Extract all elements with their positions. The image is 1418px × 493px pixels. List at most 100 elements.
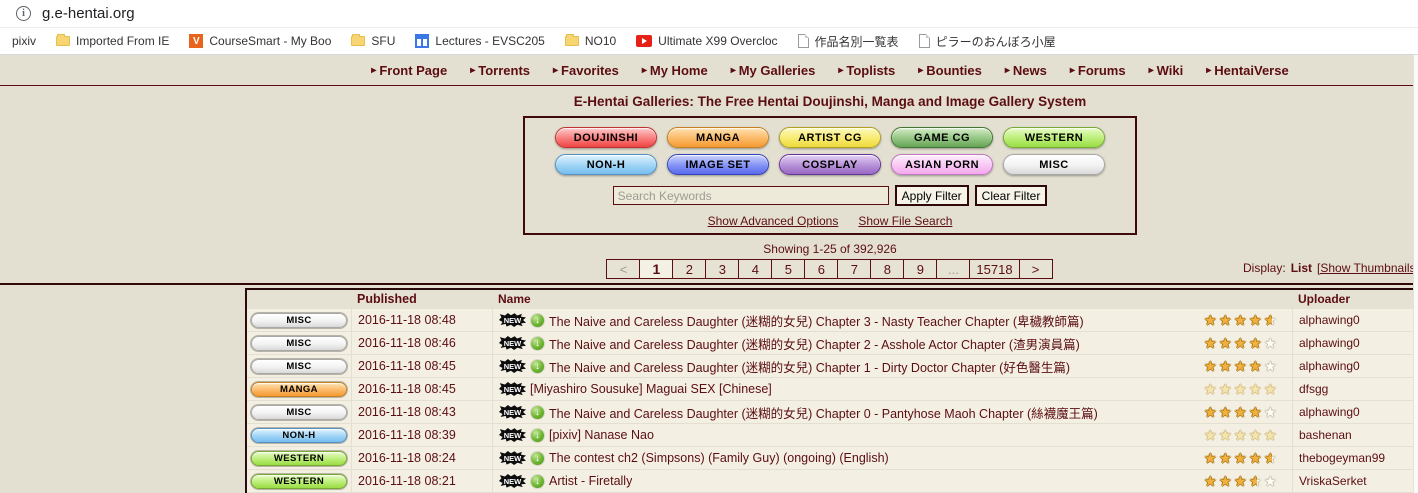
gallery-title-link[interactable]: The Naive and Careless Daughter (迷糊的女兒) …: [549, 311, 1084, 330]
page-content: ▸Front Page▸Torrents▸Favorites▸My Home▸M…: [0, 55, 1418, 493]
pager-page-3[interactable]: 3: [705, 259, 739, 279]
uploader-link[interactable]: alphawing0: [1299, 313, 1360, 327]
category-button-doujinshi[interactable]: DOUJINSHI: [555, 127, 657, 148]
nav-arrow-icon: ▸: [1149, 65, 1154, 76]
pager-page-2[interactable]: 2: [672, 259, 706, 279]
gallery-title-link[interactable]: [Miyashiro Sousuke] Maguai SEX [Chinese]: [530, 382, 772, 396]
star-rating[interactable]: ★★★★★★★★★★: [1204, 381, 1279, 397]
nav-item-favorites[interactable]: ▸Favorites: [553, 63, 619, 78]
star-fill: ★: [1264, 381, 1279, 397]
category-cell: MANGA: [247, 378, 351, 400]
category-button-cosplay[interactable]: COSPLAY: [779, 154, 881, 175]
nav-item-front-page[interactable]: ▸Front Page: [371, 63, 447, 78]
pager-page-5[interactable]: 5: [771, 259, 805, 279]
pager-prev[interactable]: <: [606, 259, 640, 279]
url-text[interactable]: g.e-hentai.org: [42, 5, 135, 22]
nav-arrow-icon: ▸: [371, 65, 376, 76]
category-button-gamecg[interactable]: GAME CG: [891, 127, 993, 148]
star-rating[interactable]: ★★★★★★★★★: [1204, 473, 1279, 489]
download-icon[interactable]: ↓: [530, 405, 545, 420]
pager-page-15718[interactable]: 15718: [969, 259, 1019, 279]
category-button-imageset[interactable]: IMAGE SET: [667, 154, 769, 175]
address-bar[interactable]: i g.e-hentai.org: [0, 0, 1418, 28]
download-icon[interactable]: ↓: [530, 474, 545, 489]
star-rating[interactable]: ★★★★★★★★★★: [1204, 312, 1279, 328]
clear-filter-button[interactable]: Clear Filter: [975, 185, 1048, 206]
search-input[interactable]: [613, 186, 889, 205]
pager-page-4[interactable]: 4: [738, 259, 772, 279]
pager-page-9[interactable]: 9: [903, 259, 937, 279]
uploader-link[interactable]: VriskaSerket: [1299, 474, 1367, 488]
nav-item-my-galleries[interactable]: ▸My Galleries: [731, 63, 816, 78]
show-file-search-link[interactable]: Show File Search: [858, 214, 952, 228]
download-icon[interactable]: ↓: [530, 336, 545, 351]
name-cell: NEW↓The Naive and Careless Daughter (迷糊的…: [492, 401, 1204, 423]
nav-item-my-home[interactable]: ▸My Home: [642, 63, 708, 78]
category-button-nonh[interactable]: NON-H: [555, 154, 657, 175]
gallery-title-link[interactable]: The Naive and Careless Daughter (迷糊的女兒) …: [549, 403, 1098, 422]
category-button-misc[interactable]: MISC: [1003, 154, 1105, 175]
gallery-title-link[interactable]: Artist - Firetally: [549, 474, 632, 488]
bookmark-item-sfu[interactable]: SFU: [341, 34, 405, 48]
uploader-link[interactable]: dfsgg: [1299, 382, 1328, 396]
nav-item-news[interactable]: ▸News: [1005, 63, 1047, 78]
nav-item-toplists[interactable]: ▸Toplists: [838, 63, 895, 78]
table-row: WESTERN2016-11-18 08:21NEW↓Artist - Fire…: [247, 469, 1418, 492]
bookmark-item-no10[interactable]: NO10: [555, 34, 626, 48]
category-button-western[interactable]: WESTERN: [1003, 127, 1105, 148]
show-advanced-options-link[interactable]: Show Advanced Options: [708, 214, 839, 228]
download-icon[interactable]: ↓: [530, 451, 545, 466]
star-fill: ★: [1249, 450, 1264, 466]
category-cell: WESTERN: [247, 447, 351, 469]
bookmark-item-coursesmart-my-boo[interactable]: VCourseSmart - My Boo: [179, 34, 341, 48]
pager-next[interactable]: >: [1019, 259, 1053, 279]
bookmark-item-imported-from-ie[interactable]: Imported From IE: [46, 34, 179, 48]
uploader-link[interactable]: alphawing0: [1299, 359, 1360, 373]
star-rating[interactable]: ★★★★★★★★★: [1204, 335, 1279, 351]
gallery-title-link[interactable]: [pixiv] Nanase Nao: [549, 428, 654, 442]
nav-item-bounties[interactable]: ▸Bounties: [918, 63, 982, 78]
gallery-title-link[interactable]: The Naive and Careless Daughter (迷糊的女兒) …: [549, 334, 1080, 353]
download-icon[interactable]: ↓: [530, 359, 545, 374]
category-button-asianporn[interactable]: ASIAN PORN: [891, 154, 993, 175]
bookmark-item-ultimate-x99-overcloc[interactable]: Ultimate X99 Overcloc: [626, 34, 787, 48]
pager-page-6[interactable]: 6: [804, 259, 838, 279]
nav-item-wiki[interactable]: ▸Wiki: [1149, 63, 1184, 78]
uploader-link[interactable]: thebogeyman99: [1299, 451, 1385, 465]
show-thumbnails-link[interactable]: [Show Thumbnails]: [1317, 261, 1418, 275]
pager-page-7[interactable]: 7: [837, 259, 871, 279]
gallery-title-link[interactable]: The Naive and Careless Daughter (迷糊的女兒) …: [549, 357, 1070, 376]
download-icon[interactable]: ↓: [530, 428, 545, 443]
star-rating[interactable]: ★★★★★★★★★★: [1204, 427, 1279, 443]
star-icon: ★★: [1264, 427, 1279, 443]
star-rating[interactable]: ★★★★★★★★★★: [1204, 450, 1279, 466]
uploader-link[interactable]: bashenan: [1299, 428, 1352, 442]
rating-cell: ★★★★★★★★★★: [1204, 447, 1292, 469]
uploader-link[interactable]: alphawing0: [1299, 336, 1360, 350]
download-icon[interactable]: ↓: [530, 313, 545, 328]
pager-page-8[interactable]: 8: [870, 259, 904, 279]
bookmark-item-[interactable]: ピラーのおんぼろ小屋: [909, 33, 1066, 50]
gallery-title-link[interactable]: The contest ch2 (Simpsons) (Family Guy) …: [549, 451, 889, 465]
category-button-manga[interactable]: MANGA: [667, 127, 769, 148]
star-rating[interactable]: ★★★★★★★★★: [1204, 358, 1279, 374]
filter-links: Show Advanced Options Show File Search: [525, 214, 1135, 228]
nav-item-torrents[interactable]: ▸Torrents: [470, 63, 530, 78]
pager-page-1[interactable]: 1: [639, 259, 673, 279]
display-mode-list: List: [1291, 261, 1312, 275]
uploader-link[interactable]: alphawing0: [1299, 405, 1360, 419]
new-icon: NEW: [499, 474, 526, 488]
nav-item-forums[interactable]: ▸Forums: [1070, 63, 1126, 78]
bookmark-item-pixiv[interactable]: pixiv: [2, 34, 46, 48]
star-fill: ★: [1204, 404, 1219, 420]
category-button-artistcg[interactable]: ARTIST CG: [779, 127, 881, 148]
bookmark-item-[interactable]: 作品名別一覧表: [788, 33, 909, 50]
nav-item-hentaiverse[interactable]: ▸HentaiVerse: [1206, 63, 1288, 78]
scrollbar[interactable]: [1413, 55, 1418, 493]
apply-filter-button[interactable]: Apply Filter: [895, 185, 969, 206]
star-rating[interactable]: ★★★★★★★★★: [1204, 404, 1279, 420]
info-icon[interactable]: i: [16, 6, 31, 21]
content-divider: [0, 283, 1418, 285]
published-date: 2016-11-18 08:43: [351, 401, 492, 423]
bookmark-item-lectures-evsc205[interactable]: Lectures - EVSC205: [405, 34, 554, 48]
